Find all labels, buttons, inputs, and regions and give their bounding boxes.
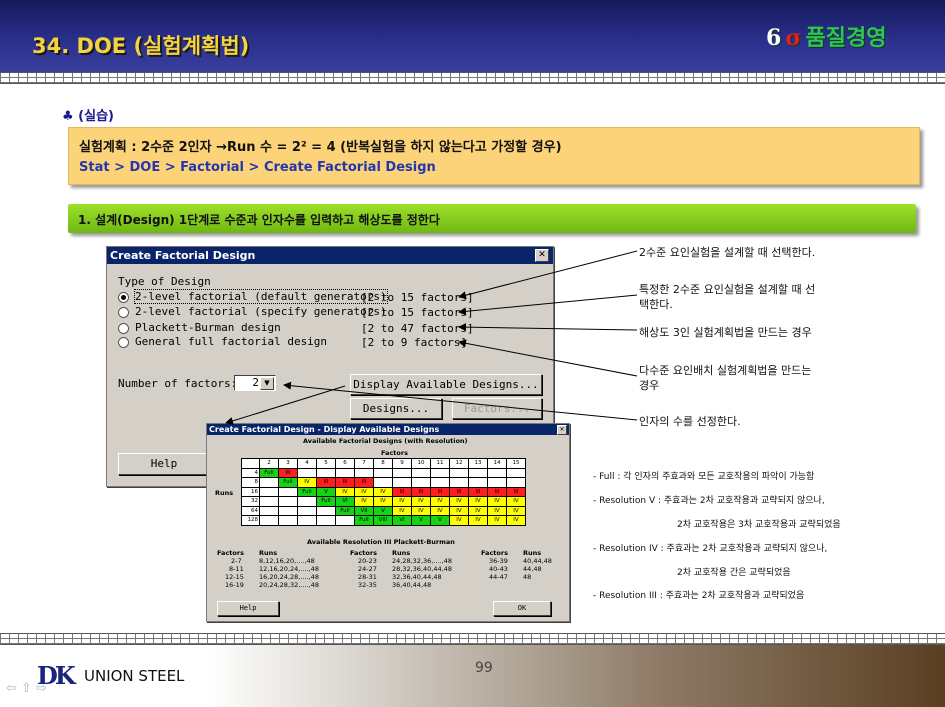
- annotation-specify-line1: 특정한 2수준 요인실험을 설계할 때 선: [639, 283, 816, 296]
- arrow-line: [225, 385, 346, 425]
- resolution-note-v-cont: 2차 교호작용은 3차 교호작용과 교략되었음: [677, 520, 841, 530]
- resolution-note-iii: - Resolution III : 주효과는 2차 교호작용과 교략되었음: [593, 591, 805, 601]
- resolution-note-iv: - Resolution IV : 주효과는 2차 교호작용과 교략되지 않으나…: [593, 544, 828, 554]
- annotation-specify-line2: 택한다.: [639, 298, 673, 311]
- annotation-general-line1: 다수준 요인배치 실험계획법을 만드는: [639, 364, 812, 377]
- page-number: 99: [475, 660, 493, 676]
- arrow-line: [458, 339, 638, 377]
- arrow-line: [458, 294, 638, 316]
- resolution-note-v: - Resolution V : 주효과는 2차 교호작용과 교략되지 않으나,: [593, 496, 825, 506]
- annotation-num-factors: 인자의 수를 선정한다.: [639, 415, 741, 428]
- union-steel-logo: DK UNION STEEL: [34, 657, 209, 693]
- arrow-line: [458, 323, 638, 332]
- arrow-line: [283, 381, 638, 421]
- resolution-note-full: - Full : 각 인자의 주효과와 모든 교호작용의 파악이 가능함: [593, 472, 815, 482]
- annotation-default: 2수준 요인실험을 설계할 때 선택한다.: [639, 246, 816, 259]
- annotation-general-line2: 경우: [639, 379, 660, 392]
- nav-arrows[interactable]: ⇦ ⇧ ⇨: [6, 681, 47, 696]
- nav-arrows-icon[interactable]: ⇦ ⇧ ⇨: [6, 681, 47, 696]
- bottom-border-pattern: [0, 633, 945, 645]
- arrow-line: [458, 250, 638, 300]
- annotation-plackett: 해상도 3인 실험계획법을 만드는 경우: [639, 326, 812, 339]
- logo-text: UNION STEEL: [84, 667, 185, 685]
- resolution-note-iv-cont: 2차 교호작용 간은 교략되었음: [677, 568, 791, 578]
